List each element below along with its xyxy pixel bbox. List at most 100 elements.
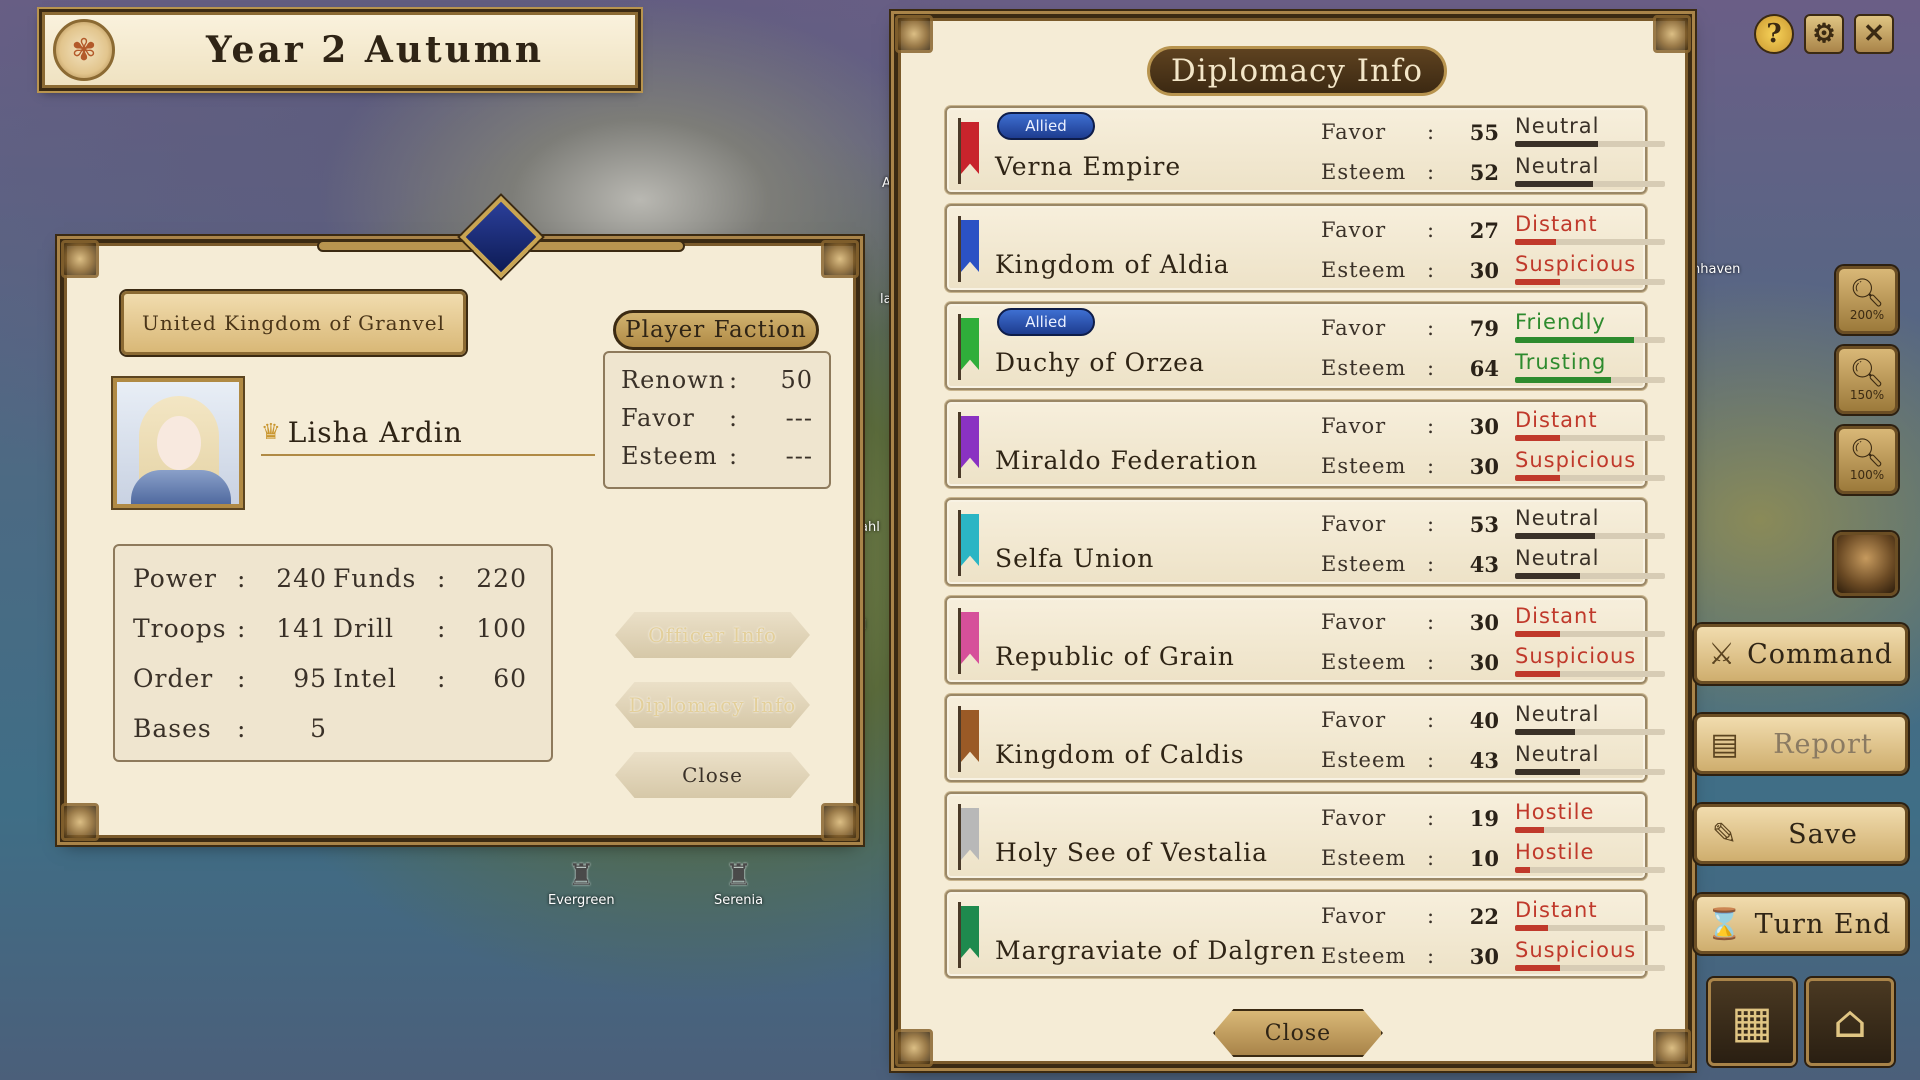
favor-label: Favor	[1321, 806, 1387, 830]
nation-name: Holy See of Vestalia	[995, 838, 1269, 867]
nation-row[interactable]: Allied Duchy of Orzea Favor:79 Friendly Este…	[945, 302, 1665, 390]
season-banner: ✾ Year 2 Autumn	[42, 12, 638, 88]
nation-flag-icon	[961, 416, 979, 468]
esteem-value: 30	[1469, 650, 1499, 675]
nation-row[interactable]: Holy See of Vestalia Favor:19 Hostile Estee…	[945, 792, 1665, 880]
leader-name-row: ♛ Lisha Ardin	[261, 410, 595, 456]
favor-bar-fill	[1515, 435, 1560, 441]
favor-label: Favor	[1321, 708, 1387, 732]
favor-line: Favor:53 Neutral	[1321, 506, 1665, 540]
esteem-status: Neutral	[1515, 154, 1600, 178]
esteem-value: 30	[1469, 944, 1499, 969]
gate-arch-icon[interactable]: ⌂	[1806, 978, 1894, 1066]
favor-label: Favor	[1321, 218, 1387, 242]
favor-value: 30	[1469, 610, 1499, 635]
esteem-line: Esteem:52 Neutral	[1321, 154, 1665, 188]
esteem-status: Neutral	[1515, 546, 1600, 570]
esteem-value: 43	[1469, 748, 1499, 773]
leader-portrait[interactable]	[113, 378, 243, 508]
magnifier-icon: 🔍︎	[1849, 276, 1885, 309]
zoom-150-button[interactable]: 🔍︎ 150%	[1836, 346, 1898, 414]
favor-bar-fill	[1515, 337, 1634, 343]
nation-row[interactable]: Kingdom of Caldis Favor:40 Neutral Esteem:4…	[945, 694, 1665, 782]
help-icon[interactable]: ?	[1754, 14, 1794, 54]
diplomacy-title: Diplomacy Info	[1147, 46, 1447, 96]
resource-drill: Drill:100	[333, 613, 527, 643]
nation-name: Kingdom of Caldis	[995, 740, 1245, 769]
favor-bar	[1515, 729, 1665, 735]
season-title: Year 2 Autumn	[205, 29, 545, 71]
map-book-icon[interactable]: ▦	[1708, 978, 1796, 1066]
favor-bar	[1515, 239, 1665, 245]
nation-name: Selfa Union	[995, 544, 1155, 573]
favor-value: 19	[1469, 806, 1499, 831]
flag-pole	[958, 510, 961, 576]
esteem-label: Esteem	[1321, 650, 1407, 674]
nation-row[interactable]: Margraviate of Dalgren Favor:22 Distant Est…	[945, 890, 1665, 978]
esteem-bar-fill	[1515, 279, 1560, 285]
flag-pole	[958, 902, 961, 968]
diplomacy-info-button[interactable]: Diplomacy Info	[615, 682, 810, 728]
faction-name-plate: United Kingdom of Granvel	[121, 291, 466, 355]
settings-gear-icon[interactable]: ⚙	[1804, 14, 1844, 54]
nation-flag-icon	[961, 514, 979, 566]
zoom-100-button[interactable]: 🔍︎ 100%	[1836, 426, 1898, 494]
esteem-status: Neutral	[1515, 742, 1600, 766]
flag-pole	[958, 412, 961, 478]
resources-box: Power:240 Funds:220 Troops:141 Drill:100…	[113, 544, 553, 762]
esteem-label: Esteem	[1321, 748, 1407, 772]
favor-line: Favor:30 Distant	[1321, 408, 1665, 442]
favor-label: Favor	[1321, 120, 1387, 144]
esteem-value: 30	[1469, 454, 1499, 479]
flag-pole	[958, 804, 961, 870]
leader-name: Lisha Ardin	[287, 415, 463, 449]
turn-end-button[interactable]: ⌛ Turn End	[1694, 894, 1908, 954]
advisor-portrait-button[interactable]	[1834, 532, 1898, 596]
esteem-status: Suspicious	[1515, 644, 1637, 668]
favor-bar	[1515, 533, 1665, 539]
nation-row[interactable]: Allied Verna Empire Favor:55 Neutral Esteem:…	[945, 106, 1665, 194]
nation-row[interactable]: Kingdom of Aldia Favor:27 Distant Esteem:30…	[945, 204, 1665, 292]
nation-flag-icon	[961, 612, 979, 664]
esteem-bar	[1515, 671, 1665, 677]
close-x-icon[interactable]: ✕	[1854, 14, 1894, 54]
nation-name: Duchy of Orzea	[995, 348, 1205, 377]
favor-bar	[1515, 925, 1665, 931]
allied-badge: Allied	[997, 112, 1095, 140]
favor-bar-fill	[1515, 141, 1598, 147]
nation-row[interactable]: Miraldo Federation Favor:30 Distant Esteem:…	[945, 400, 1665, 488]
favor-label: Favor	[1321, 512, 1387, 536]
resource-funds: Funds:220	[333, 563, 527, 593]
favor-bar	[1515, 631, 1665, 637]
map-label: d	[858, 618, 867, 633]
report-button[interactable]: ▤ Report	[1694, 714, 1908, 774]
resource-troops: Troops:141	[133, 613, 327, 643]
officer-info-button[interactable]: Officer Info	[615, 612, 810, 658]
map-town-serenia[interactable]: ♜ Serenia	[714, 858, 763, 908]
zoom-200-button[interactable]: 🔍︎ 200%	[1836, 266, 1898, 334]
esteem-bar	[1515, 475, 1665, 481]
esteem-label: Esteem	[1321, 846, 1407, 870]
map-town-evergreen[interactable]: ♜ Evergreen	[548, 858, 615, 908]
nation-row[interactable]: Republic of Grain Favor:30 Distant Esteem:3…	[945, 596, 1665, 684]
resource-intel: Intel:60	[333, 663, 527, 693]
faction-close-button[interactable]: Close	[615, 752, 810, 798]
esteem-bar	[1515, 769, 1665, 775]
command-button[interactable]: ⚔ Command	[1694, 624, 1908, 684]
favor-status: Distant	[1515, 898, 1598, 922]
nation-flag-icon	[961, 906, 979, 958]
resource-order: Order:95	[133, 663, 327, 693]
diplomacy-close-button[interactable]: Close	[1213, 1009, 1383, 1057]
maple-leaf-icon: ✾	[53, 19, 115, 81]
esteem-bar-fill	[1515, 671, 1560, 677]
nation-name: Republic of Grain	[995, 642, 1235, 671]
save-button[interactable]: ✎ Save	[1694, 804, 1908, 864]
crossed-swords-icon: ⚔	[1708, 636, 1736, 672]
favor-status: Neutral	[1515, 506, 1600, 530]
esteem-status: Hostile	[1515, 840, 1595, 864]
allied-badge: Allied	[997, 308, 1095, 336]
quill-icon: ✎	[1711, 816, 1739, 852]
esteem-bar	[1515, 279, 1665, 285]
nation-row[interactable]: Selfa Union Favor:53 Neutral Esteem:43 Neutr…	[945, 498, 1665, 586]
nation-name: Verna Empire	[995, 152, 1182, 181]
